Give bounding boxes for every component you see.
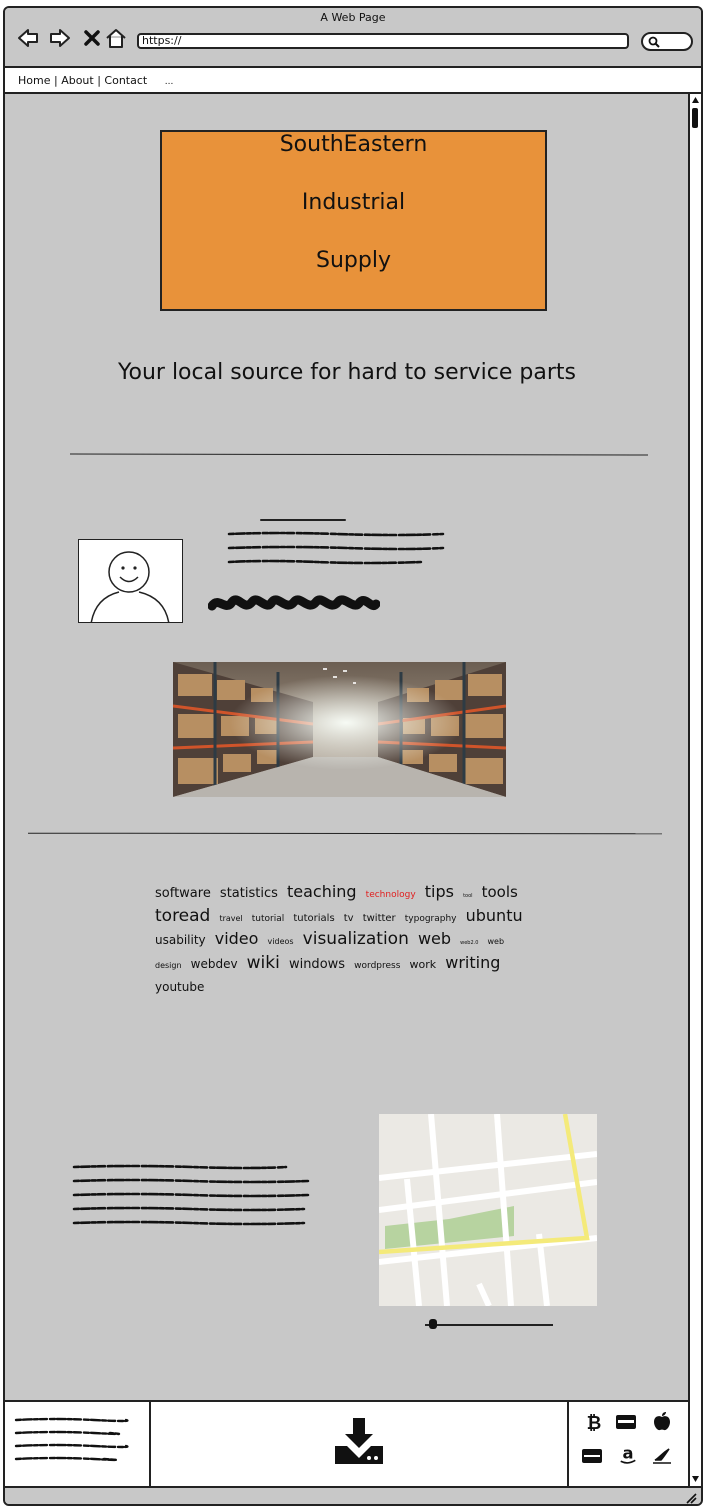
bitcoin-icon: ₿ [587, 1413, 602, 1432]
divider [69, 453, 649, 456]
scroll-down-icon[interactable] [691, 1475, 700, 1483]
tag-link[interactable]: tv [344, 913, 354, 924]
vertical-scrollbar[interactable] [688, 94, 701, 1486]
home-icon[interactable] [105, 27, 127, 49]
tag-link[interactable]: tips [425, 882, 454, 901]
amex-card-icon [616, 1415, 636, 1429]
tag-link[interactable]: teaching [287, 882, 357, 901]
tagline: Your local source for hard to service pa… [117, 360, 576, 385]
tag-link[interactable]: software [155, 886, 211, 901]
tag-link[interactable]: twitter [363, 913, 396, 924]
tag-link[interactable]: tutorial [252, 914, 284, 924]
logo-line-3: Supply [316, 248, 391, 273]
tag-link[interactable]: tutorials [293, 913, 334, 924]
divider [27, 832, 663, 835]
signature-icon [653, 1448, 671, 1464]
tag-link[interactable]: usability [155, 933, 206, 947]
url-bar[interactable]: https:// [137, 33, 629, 49]
tag-link[interactable]: videos [268, 937, 294, 946]
heading-placeholder [260, 519, 346, 521]
tag-link[interactable]: youtube [155, 980, 204, 994]
tag-link[interactable]: wiki [247, 953, 280, 973]
tag-link[interactable]: technology [366, 890, 416, 900]
scroll-up-icon[interactable] [691, 96, 700, 104]
search-box[interactable] [641, 32, 693, 51]
menu-item-contact[interactable]: Contact [104, 68, 147, 94]
text-placeholder [227, 531, 445, 565]
tag-link[interactable]: web [418, 929, 451, 948]
status-bar [5, 1486, 701, 1504]
tag-link[interactable]: work [410, 958, 437, 971]
tag-link[interactable]: tool [463, 893, 472, 899]
apple-icon [654, 1412, 670, 1431]
tag-link[interactable]: web2.0 [460, 940, 478, 946]
menu-separator: | [50, 74, 62, 87]
tag-link[interactable]: video [215, 929, 259, 948]
scribble-signature [208, 595, 380, 611]
tag-link[interactable]: writing [445, 953, 500, 972]
page-footer: ₿ a [5, 1400, 689, 1486]
tag-link[interactable]: ubuntu [466, 906, 523, 925]
street-map[interactable] [379, 1114, 597, 1306]
tag-link[interactable]: visualization [303, 929, 409, 949]
footer-text-block [5, 1402, 151, 1486]
menu-item-about[interactable]: About [61, 68, 94, 94]
menu-item-home[interactable]: Home [18, 68, 50, 94]
avatar-placeholder [78, 539, 183, 623]
browser-toolbar: A Web Page https:// [5, 8, 701, 68]
payment-methods: ₿ a [567, 1402, 689, 1486]
discover-card-icon [582, 1449, 602, 1463]
nav-menu: Home | About | Contact ... [5, 68, 701, 94]
tag-link[interactable]: tools [482, 883, 518, 901]
user-icon [90, 551, 170, 622]
menu-overflow[interactable]: ... [165, 69, 174, 95]
logo-line-2: Industrial [301, 190, 406, 215]
close-x-icon[interactable] [81, 27, 103, 49]
page-content: SouthEastern Industrial Supply Your loca… [5, 94, 689, 1400]
tag-link[interactable]: typography [405, 914, 457, 924]
company-logo: SouthEastern Industrial Supply [160, 130, 547, 311]
tag-link[interactable]: toread [155, 906, 210, 926]
svg-text:a: a [622, 1444, 633, 1463]
zoom-slider-handle[interactable] [429, 1319, 437, 1329]
logo-line-1: SouthEastern [279, 132, 428, 157]
browser-window: A Web Page https:// Home | About | Conta… [3, 6, 703, 1506]
tag-link[interactable]: statistics [220, 886, 278, 901]
zoom-slider-track[interactable] [425, 1324, 553, 1326]
back-arrow-icon[interactable] [17, 27, 39, 49]
tag-cloud: software statistics teaching technology … [155, 882, 535, 997]
search-icon [648, 36, 660, 48]
tag-link[interactable]: windows [289, 957, 345, 972]
tag-link[interactable]: wordpress [354, 961, 400, 971]
download-icon[interactable] [333, 1416, 385, 1466]
text-placeholder [14, 1417, 129, 1462]
tag-link[interactable]: travel [219, 914, 242, 923]
forward-arrow-icon[interactable] [49, 27, 71, 49]
tag-link[interactable]: webdev [191, 957, 238, 971]
resize-grip-icon[interactable] [685, 1492, 697, 1504]
text-placeholder [72, 1164, 310, 1226]
menu-separator: | [93, 74, 105, 87]
amazon-icon: a [620, 1444, 636, 1464]
scroll-thumb[interactable] [692, 108, 698, 128]
svg-text:₿: ₿ [587, 1413, 602, 1432]
warehouse-photo [173, 662, 506, 797]
window-title: A Web Page [320, 11, 386, 24]
